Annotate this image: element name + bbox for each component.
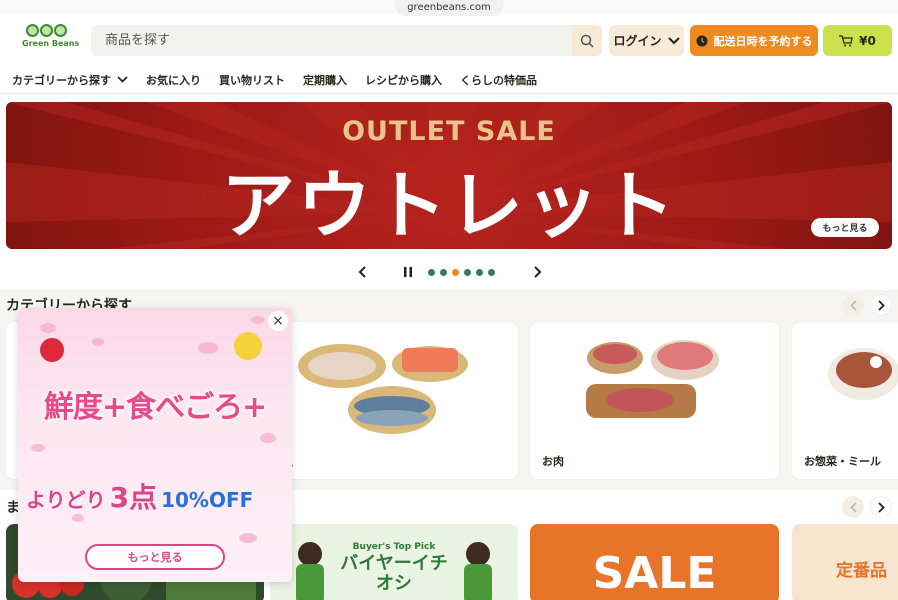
feature-next-button[interactable] (870, 496, 892, 518)
chevron-left-icon (849, 299, 857, 311)
deal-text-pick: よりどり (26, 488, 106, 512)
logo-text: Green Beans (22, 39, 80, 48)
nav-item-subscription[interactable]: 定期購入 (303, 72, 347, 88)
chevron-right-icon (877, 299, 885, 311)
chevron-left-icon (849, 501, 857, 513)
chevron-left-icon (358, 266, 366, 278)
feature-arrows (842, 496, 892, 518)
carousel-dots (428, 269, 495, 276)
category-nav: カテゴリーから探す お気に入り 買い物リスト 定期購入 レシピから購入 くらしの… (0, 66, 898, 94)
popup-more-button[interactable]: もっと見る (85, 544, 225, 570)
category-next-button[interactable] (870, 294, 892, 316)
carousel-dot[interactable] (428, 269, 435, 276)
carousel-dot[interactable] (440, 269, 447, 276)
carousel-dot[interactable] (488, 269, 495, 276)
cherry-blossom-background (31, 316, 276, 543)
login-button[interactable]: ログイン (609, 25, 684, 56)
carousel-next-button[interactable] (528, 262, 548, 282)
reserve-label: 配送日時を予約する (713, 34, 813, 48)
deal-text-discount: 10%OFF (161, 488, 254, 512)
buyer-pick-label: Buyer's Top Pick (352, 542, 436, 552)
cart-total: ¥0 (859, 33, 876, 48)
logo-peas-icon (22, 24, 70, 37)
site-header: Green Beans ログイン 配送日時を予約する ¥0 (0, 18, 898, 64)
deal-text-qty: 3点 (109, 481, 158, 514)
feature-card-sale[interactable]: SALE (530, 524, 779, 600)
carousel-dot[interactable] (476, 269, 483, 276)
chevron-right-icon (534, 266, 542, 278)
login-label: ログイン (613, 34, 662, 48)
carousel-controls (352, 262, 552, 282)
staples-label: 定番品 (836, 561, 887, 581)
category-prev-button[interactable] (842, 294, 864, 316)
hero-title: アウトレット (221, 163, 677, 249)
category-card-fish[interactable]: 魚 (270, 322, 518, 479)
feature-card-staples[interactable]: 定番品 (792, 524, 898, 600)
hero-banner[interactable]: OUTLET SALE アウトレット もっと見る (6, 102, 892, 249)
site-logo[interactable]: Green Beans (22, 24, 80, 60)
nav-item-recipes[interactable]: レシピから購入 (365, 72, 442, 88)
nav-item-daily-deals[interactable]: くらしの特価品 (460, 72, 537, 88)
cart-button[interactable]: ¥0 (823, 25, 892, 56)
chevron-down-icon (117, 76, 128, 83)
search-button[interactable] (572, 25, 602, 56)
promo-popup[interactable]: × 鮮度+食べごろ+ よりどり 3点 10%OFF もっと見る (18, 308, 292, 582)
popup-deal: よりどり 3点 10%OFF (26, 476, 253, 516)
pause-icon (404, 267, 412, 277)
category-card-meat[interactable]: お肉 (530, 322, 779, 479)
deli-image (828, 348, 898, 400)
chevron-right-icon (877, 501, 885, 513)
carousel-dot-active[interactable] (452, 269, 459, 276)
buyer-pick-title: バイヤーイチオシ (340, 553, 448, 594)
url-display[interactable]: greenbeans.com (395, 0, 503, 16)
feature-card-buyer-pick[interactable]: Buyer's Top Pick バイヤーイチオシ (270, 524, 518, 600)
popup-headline: 鮮度+食べごろ+ (43, 390, 267, 425)
sale-label: SALE (592, 548, 717, 599)
feature-prev-button[interactable] (842, 496, 864, 518)
cart-icon (839, 34, 853, 46)
category-arrows (842, 294, 892, 316)
strawberry-icon (40, 338, 64, 362)
carousel-pause-button[interactable] (398, 262, 418, 282)
search-input[interactable] (91, 25, 561, 56)
search-bar[interactable] (91, 25, 602, 56)
nav-item-favorites[interactable]: お気に入り (146, 72, 201, 88)
category-card-deli[interactable]: お惣菜・ミール (792, 322, 898, 479)
nav-label: カテゴリーから探す (12, 73, 111, 87)
fish-image (298, 344, 468, 434)
search-icon (580, 34, 594, 48)
popup-close-button[interactable]: × (268, 311, 288, 331)
nav-item-shopping-list[interactable]: 買い物リスト (219, 72, 285, 88)
category-label: お肉 (542, 455, 564, 468)
nav-item-categories[interactable]: カテゴリーから探す (12, 72, 128, 88)
chevron-down-icon (667, 36, 680, 44)
hero-subtitle: OUTLET SALE (342, 116, 556, 147)
lemon-icon (234, 332, 262, 360)
carousel-prev-button[interactable] (352, 262, 372, 282)
reserve-delivery-button[interactable]: 配送日時を予約する (690, 25, 818, 56)
hero-more-button[interactable]: もっと見る (811, 218, 879, 237)
category-label: お惣菜・ミール (804, 455, 881, 468)
clock-icon (696, 35, 707, 46)
meat-image (586, 340, 719, 418)
carousel-dot[interactable] (464, 269, 471, 276)
